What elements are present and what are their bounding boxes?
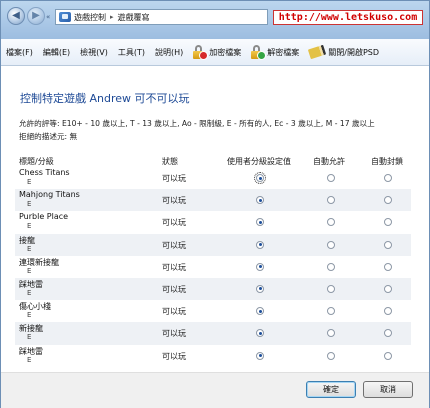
always-block-radio[interactable] (384, 307, 392, 316)
game-row: 傷心小棧 E 可以玩 (15, 300, 411, 322)
game-rating: E (27, 266, 32, 275)
address-bar-area: ◀ ▶ « 遊戲控制 ▸ 遊戲覆寫 http://www.letskuso.co… (1, 1, 429, 39)
always-allow-radio[interactable] (327, 196, 335, 205)
always-allow-radio[interactable] (327, 351, 335, 360)
toggle-psd-button[interactable]: 關閉/開啟PSD (304, 39, 384, 65)
control-panel-icon (59, 12, 71, 22)
always-block-radio[interactable] (384, 196, 392, 205)
use-setting-radio[interactable] (256, 284, 264, 293)
game-name: Mahjong Titans (19, 190, 80, 200)
game-row: 連環新接龍 E 可以玩 (15, 256, 411, 278)
address-bar[interactable]: 遊戲控制 ▸ 遊戲覆寫 (55, 9, 268, 25)
back-arrow-icon[interactable]: ◀ (7, 7, 25, 25)
forward-arrow-icon[interactable]: ▶ (27, 7, 45, 25)
game-status: 可以玩 (162, 174, 186, 183)
use-setting-radio[interactable] (256, 262, 264, 271)
encrypt-files-button[interactable]: 加密檔案 (188, 39, 246, 65)
game-status: 可以玩 (162, 284, 186, 294)
menu-file[interactable]: 檔案(F) (1, 39, 38, 65)
game-rating: E (27, 333, 32, 342)
always-allow-radio[interactable] (327, 262, 335, 271)
column-header-use-setting: 使用者分級設定值 (227, 157, 291, 166)
lock-red-icon (193, 45, 209, 60)
menu-help[interactable]: 說明(H) (150, 39, 188, 65)
column-header-title: 標題/分級 (19, 157, 54, 166)
game-rating: E (27, 355, 32, 364)
always-block-radio[interactable] (384, 284, 392, 293)
denied-descriptors-line: 拒絕的描述元: 無 (19, 132, 78, 141)
page-title: 控制特定遊戲 Andrew 可不可以玩 (20, 92, 190, 105)
encrypt-files-label: 加密檔案 (209, 47, 242, 57)
dialog-footer: 確定 取消 (1, 372, 429, 408)
game-rating: E (27, 222, 32, 231)
allowed-ratings-line: 允許的評等: E10+ - 10 歲以上, T - 13 歲以上, Ao - 限… (19, 119, 375, 128)
menu-view[interactable]: 檢視(V) (75, 39, 113, 65)
game-row: Purble Place E 可以玩 (15, 211, 411, 233)
always-block-radio[interactable] (384, 240, 392, 249)
recent-pages-dropdown[interactable]: « (46, 13, 50, 21)
game-name: 連環新接龍 (19, 257, 59, 267)
breadcrumb-separator: ▸ (110, 13, 114, 21)
toggle-psd-label: 關閉/開啟PSD (328, 47, 380, 57)
game-status: 可以玩 (162, 307, 186, 317)
game-overrides-window: ◀ ▶ « 遊戲控制 ▸ 遊戲覆寫 http://www.letskuso.co… (0, 0, 430, 408)
game-row: 新接龍 E 可以玩 (15, 322, 411, 345)
games-list: Chess Titans E 可以玩 Mahjong Titans E 可以玩 Purble… (15, 167, 411, 367)
use-setting-radio[interactable] (254, 172, 266, 184)
pencil-icon (308, 44, 327, 60)
game-name: Chess Titans (19, 168, 70, 177)
main-content: 控制特定遊戲 Andrew 可不可以玩 允許的評等: E10+ - 10 歲以上… (1, 66, 429, 372)
game-name: 傷心小棧 (19, 302, 51, 312)
game-rating: E (27, 200, 32, 209)
game-row: 接龍 E 可以玩 (15, 233, 411, 256)
allowed-ratings-description: 允許的評等: E10+ - 10 歲以上, T - 13 歲以上, Ao - 限… (19, 117, 411, 143)
game-rating: E (27, 288, 32, 297)
game-status: 可以玩 (162, 218, 186, 228)
use-setting-radio[interactable] (256, 196, 264, 205)
always-allow-radio[interactable] (327, 174, 335, 182)
use-setting-radio[interactable] (256, 240, 264, 249)
always-allow-radio[interactable] (327, 218, 335, 227)
cancel-button[interactable]: 取消 (363, 381, 413, 398)
always-block-radio[interactable] (384, 218, 392, 227)
column-header-status: 狀態 (162, 157, 178, 166)
game-name: Purble Place (19, 212, 69, 222)
game-row: 踩地雷 E 可以玩 (15, 277, 411, 301)
decrypt-files-button[interactable]: 解密檔案 (246, 39, 304, 65)
lock-green-icon (251, 45, 267, 60)
watermark-url: http://www.letskuso.com (273, 10, 423, 25)
column-header-always-allow: 自動允許 (313, 157, 345, 166)
decrypt-files-label: 解密檔案 (267, 47, 300, 57)
game-row: Chess Titans E 可以玩 (15, 167, 411, 189)
game-rating: E (27, 178, 32, 186)
menu-toolbar: 檔案(F) 編輯(E) 檢視(V) 工具(T) 說明(H) 加密檔案 解密檔案 … (1, 39, 429, 66)
always-block-radio[interactable] (384, 351, 392, 360)
game-rating: E (27, 244, 32, 253)
ok-button[interactable]: 確定 (306, 381, 356, 398)
always-block-radio[interactable] (384, 329, 392, 338)
game-status: 可以玩 (162, 262, 186, 272)
use-setting-radio[interactable] (256, 329, 264, 338)
use-setting-radio[interactable] (256, 351, 264, 360)
always-allow-radio[interactable] (327, 307, 335, 316)
game-status: 可以玩 (162, 240, 186, 250)
game-status: 可以玩 (162, 351, 186, 361)
game-status: 可以玩 (162, 329, 186, 339)
use-setting-radio[interactable] (256, 218, 264, 227)
use-setting-radio[interactable] (256, 307, 264, 316)
breadcrumb-game-controls[interactable]: 遊戲控制 (74, 12, 106, 23)
breadcrumb-game-overrides[interactable]: 遊戲覆寫 (118, 12, 150, 23)
game-row: 踩地雷 E 可以玩 (15, 345, 411, 367)
game-rating: E (27, 311, 32, 320)
always-allow-radio[interactable] (327, 240, 335, 249)
always-block-radio[interactable] (384, 174, 392, 182)
menu-edit[interactable]: 編輯(E) (38, 39, 75, 65)
column-header-always-block: 自動封鎖 (371, 157, 403, 166)
menu-tools[interactable]: 工具(T) (113, 39, 150, 65)
always-block-radio[interactable] (384, 262, 392, 271)
always-allow-radio[interactable] (327, 284, 335, 293)
game-row: Mahjong Titans E 可以玩 (15, 189, 411, 212)
game-status: 可以玩 (162, 196, 186, 206)
always-allow-radio[interactable] (327, 329, 335, 338)
